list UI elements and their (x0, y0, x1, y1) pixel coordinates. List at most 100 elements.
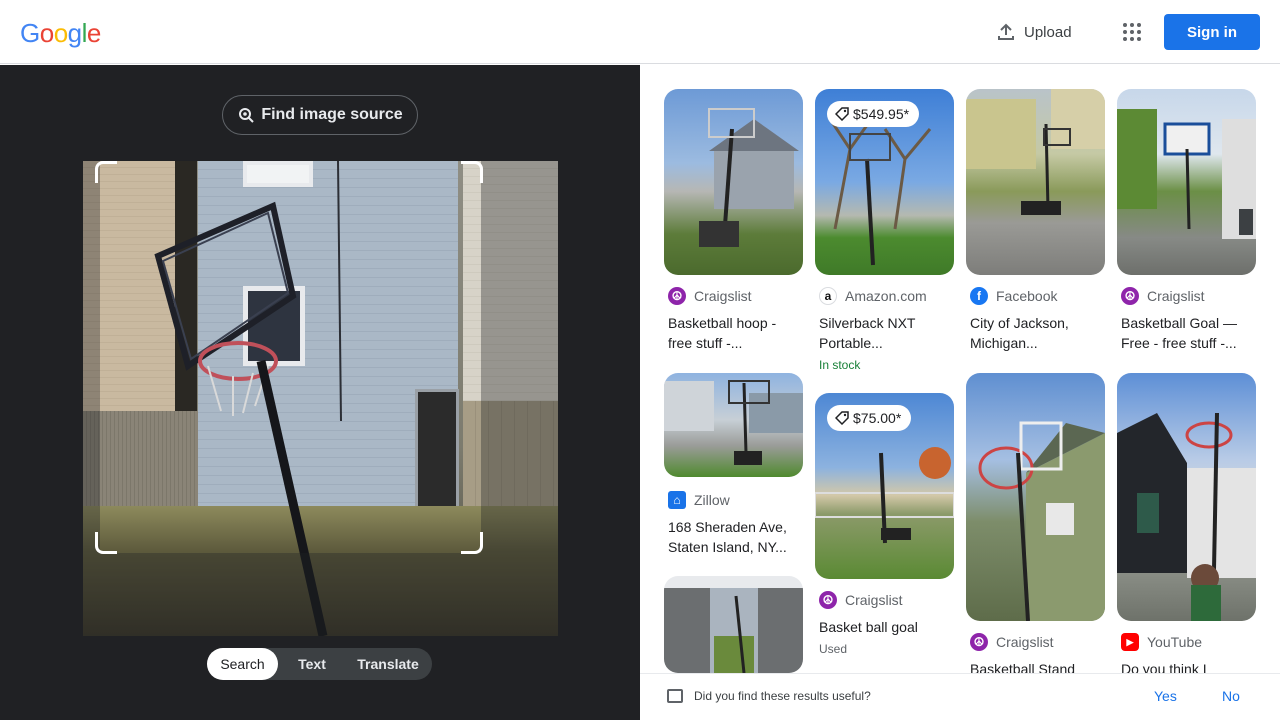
result-thumbnail[interactable] (664, 89, 803, 275)
result-thumbnail[interactable] (966, 89, 1105, 275)
result-title[interactable]: Basketball Goal — Free - free stuff -... (1121, 313, 1253, 353)
title-line: Portable... (819, 335, 883, 351)
peace-icon: ☮ (668, 287, 686, 305)
logo-letter: e (86, 18, 101, 48)
source-name: Craigslist (845, 592, 903, 608)
upload-icon (998, 23, 1014, 40)
feedback-icon (667, 689, 683, 703)
result-source: ☮ Craigslist (819, 591, 903, 609)
logo-letter: g (67, 18, 82, 48)
title-line: Free - free stuff -... (1121, 335, 1237, 351)
title-line: Basket ball goal (819, 619, 918, 635)
price-tag-icon (835, 411, 849, 425)
result-thumbnail[interactable] (1117, 89, 1256, 275)
crop-handle-top-right[interactable] (461, 161, 483, 183)
result-title[interactable]: Do you think I (1121, 659, 1253, 673)
lens-search-icon (239, 108, 255, 123)
youtube-icon: ▶ (1121, 633, 1139, 651)
source-name: YouTube (1147, 634, 1203, 650)
result-card[interactable]: ▶ YouTube Do you think I (1117, 373, 1256, 673)
mode-translate-tab[interactable]: Translate (346, 648, 430, 680)
title-line: City of Jackson, (970, 315, 1069, 331)
result-title[interactable]: City of Jackson, Michigan... (970, 313, 1102, 353)
peace-icon: ☮ (1121, 287, 1139, 305)
result-thumbnail[interactable]: $75.00* (815, 393, 954, 579)
facebook-icon: f (970, 287, 988, 305)
result-source: f Facebook (970, 287, 1057, 305)
top-bar: Google Upload Sign in (0, 0, 1280, 64)
condition-label: Used (819, 642, 848, 656)
price-tag-icon (835, 107, 849, 121)
result-source: ▶ YouTube (1121, 633, 1202, 651)
result-title[interactable]: 168 Sheraden Ave, Staten Island, NY... (668, 517, 800, 557)
upload-button[interactable]: Upload (984, 14, 1084, 50)
result-source: ⌂ Zillow (668, 491, 730, 509)
result-thumbnail[interactable] (664, 576, 803, 673)
result-thumbnail[interactable] (966, 373, 1105, 621)
result-title[interactable]: Basketball hoop - free stuff -... (668, 313, 800, 353)
result-source: ☮ Craigslist (1121, 287, 1205, 305)
mode-text-tab[interactable]: Text (278, 648, 346, 680)
visual-matches-panel: ☮ Craigslist Basketball hoop - free stuff… (640, 65, 1280, 673)
price-value: $75.00* (853, 410, 902, 426)
query-image[interactable] (83, 161, 558, 636)
google-logo[interactable]: Google (20, 18, 101, 49)
crop-handle-bottom-right[interactable] (461, 532, 483, 554)
feedback-bar: Did you find these results useful? Yes N… (640, 673, 1280, 720)
feedback-yes-button[interactable]: Yes (1154, 688, 1177, 704)
title-line: 168 Sheraden Ave, (668, 519, 787, 535)
result-source: ☮ Craigslist (970, 633, 1054, 651)
apps-grid-icon[interactable] (1116, 16, 1148, 48)
result-source: a Amazon.com (819, 287, 927, 305)
result-card[interactable]: ☮ Craigslist Basketball Goal — Free - fre… (1117, 89, 1256, 359)
result-card[interactable]: f Facebook City of Jackson, Michigan... (966, 89, 1105, 359)
result-title[interactable]: Silverback NXT Portable... (819, 313, 951, 353)
result-title[interactable]: Basket ball goal (819, 617, 951, 637)
crop-handle-bottom-left[interactable] (95, 532, 117, 554)
lens-mode-switch: Search Text Translate (207, 648, 432, 680)
result-card[interactable]: ☮ Craigslist Basketball Stand (966, 373, 1105, 673)
upload-label: Upload (1024, 23, 1072, 41)
find-image-source-button[interactable]: Find image source (222, 95, 418, 135)
logo-letter: o (53, 18, 68, 48)
result-card[interactable] (664, 576, 803, 673)
price-value: $549.95* (853, 106, 910, 122)
stock-status: In stock (819, 358, 861, 372)
result-thumbnail[interactable] (664, 373, 803, 477)
title-line: Silverback NXT (819, 315, 916, 331)
lens-image-panel: Find image source Search Text Translate (0, 65, 640, 720)
logo-letter: o (39, 18, 54, 48)
find-image-source-label: Find image source (261, 106, 403, 123)
crop-handle-top-left[interactable] (95, 161, 117, 183)
source-name: Zillow (694, 492, 730, 508)
result-thumbnail[interactable]: $549.95* (815, 89, 954, 275)
logo-letter: G (20, 18, 40, 48)
result-card[interactable]: ☮ Craigslist Basketball hoop - free stuff… (664, 89, 803, 359)
result-card[interactable]: $549.95* a Amazon.com Silverback NXT Port… (815, 89, 954, 389)
result-thumbnail[interactable] (1117, 373, 1256, 621)
source-name: Craigslist (1147, 288, 1205, 304)
price-badge: $549.95* (827, 101, 920, 127)
title-line: Michigan... (970, 335, 1038, 351)
result-source: ☮ Craigslist (668, 287, 752, 305)
amazon-icon: a (819, 287, 837, 305)
result-card[interactable]: ⌂ Zillow 168 Sheraden Ave, Staten Island,… (664, 373, 803, 555)
source-name: Facebook (996, 288, 1058, 304)
title-line: Do you think I (1121, 661, 1207, 673)
zillow-icon: ⌂ (668, 491, 686, 509)
sign-in-button[interactable]: Sign in (1164, 14, 1260, 50)
title-line: free stuff -... (668, 335, 743, 351)
feedback-no-button[interactable]: No (1222, 688, 1240, 704)
title-line: Basketball Stand (970, 661, 1076, 673)
source-name: Amazon.com (845, 288, 927, 304)
title-line: Basketball hoop - (668, 315, 777, 331)
price-badge: $75.00* (827, 405, 912, 431)
mode-search-tab[interactable]: Search (207, 648, 278, 680)
source-name: Craigslist (996, 634, 1054, 650)
result-card[interactable]: $75.00* ☮ Craigslist Basket ball goal Us… (815, 393, 954, 663)
peace-icon: ☮ (819, 591, 837, 609)
peace-icon: ☮ (970, 633, 988, 651)
result-title[interactable]: Basketball Stand (970, 659, 1102, 673)
feedback-question: Did you find these results useful? (694, 689, 871, 703)
source-name: Craigslist (694, 288, 752, 304)
